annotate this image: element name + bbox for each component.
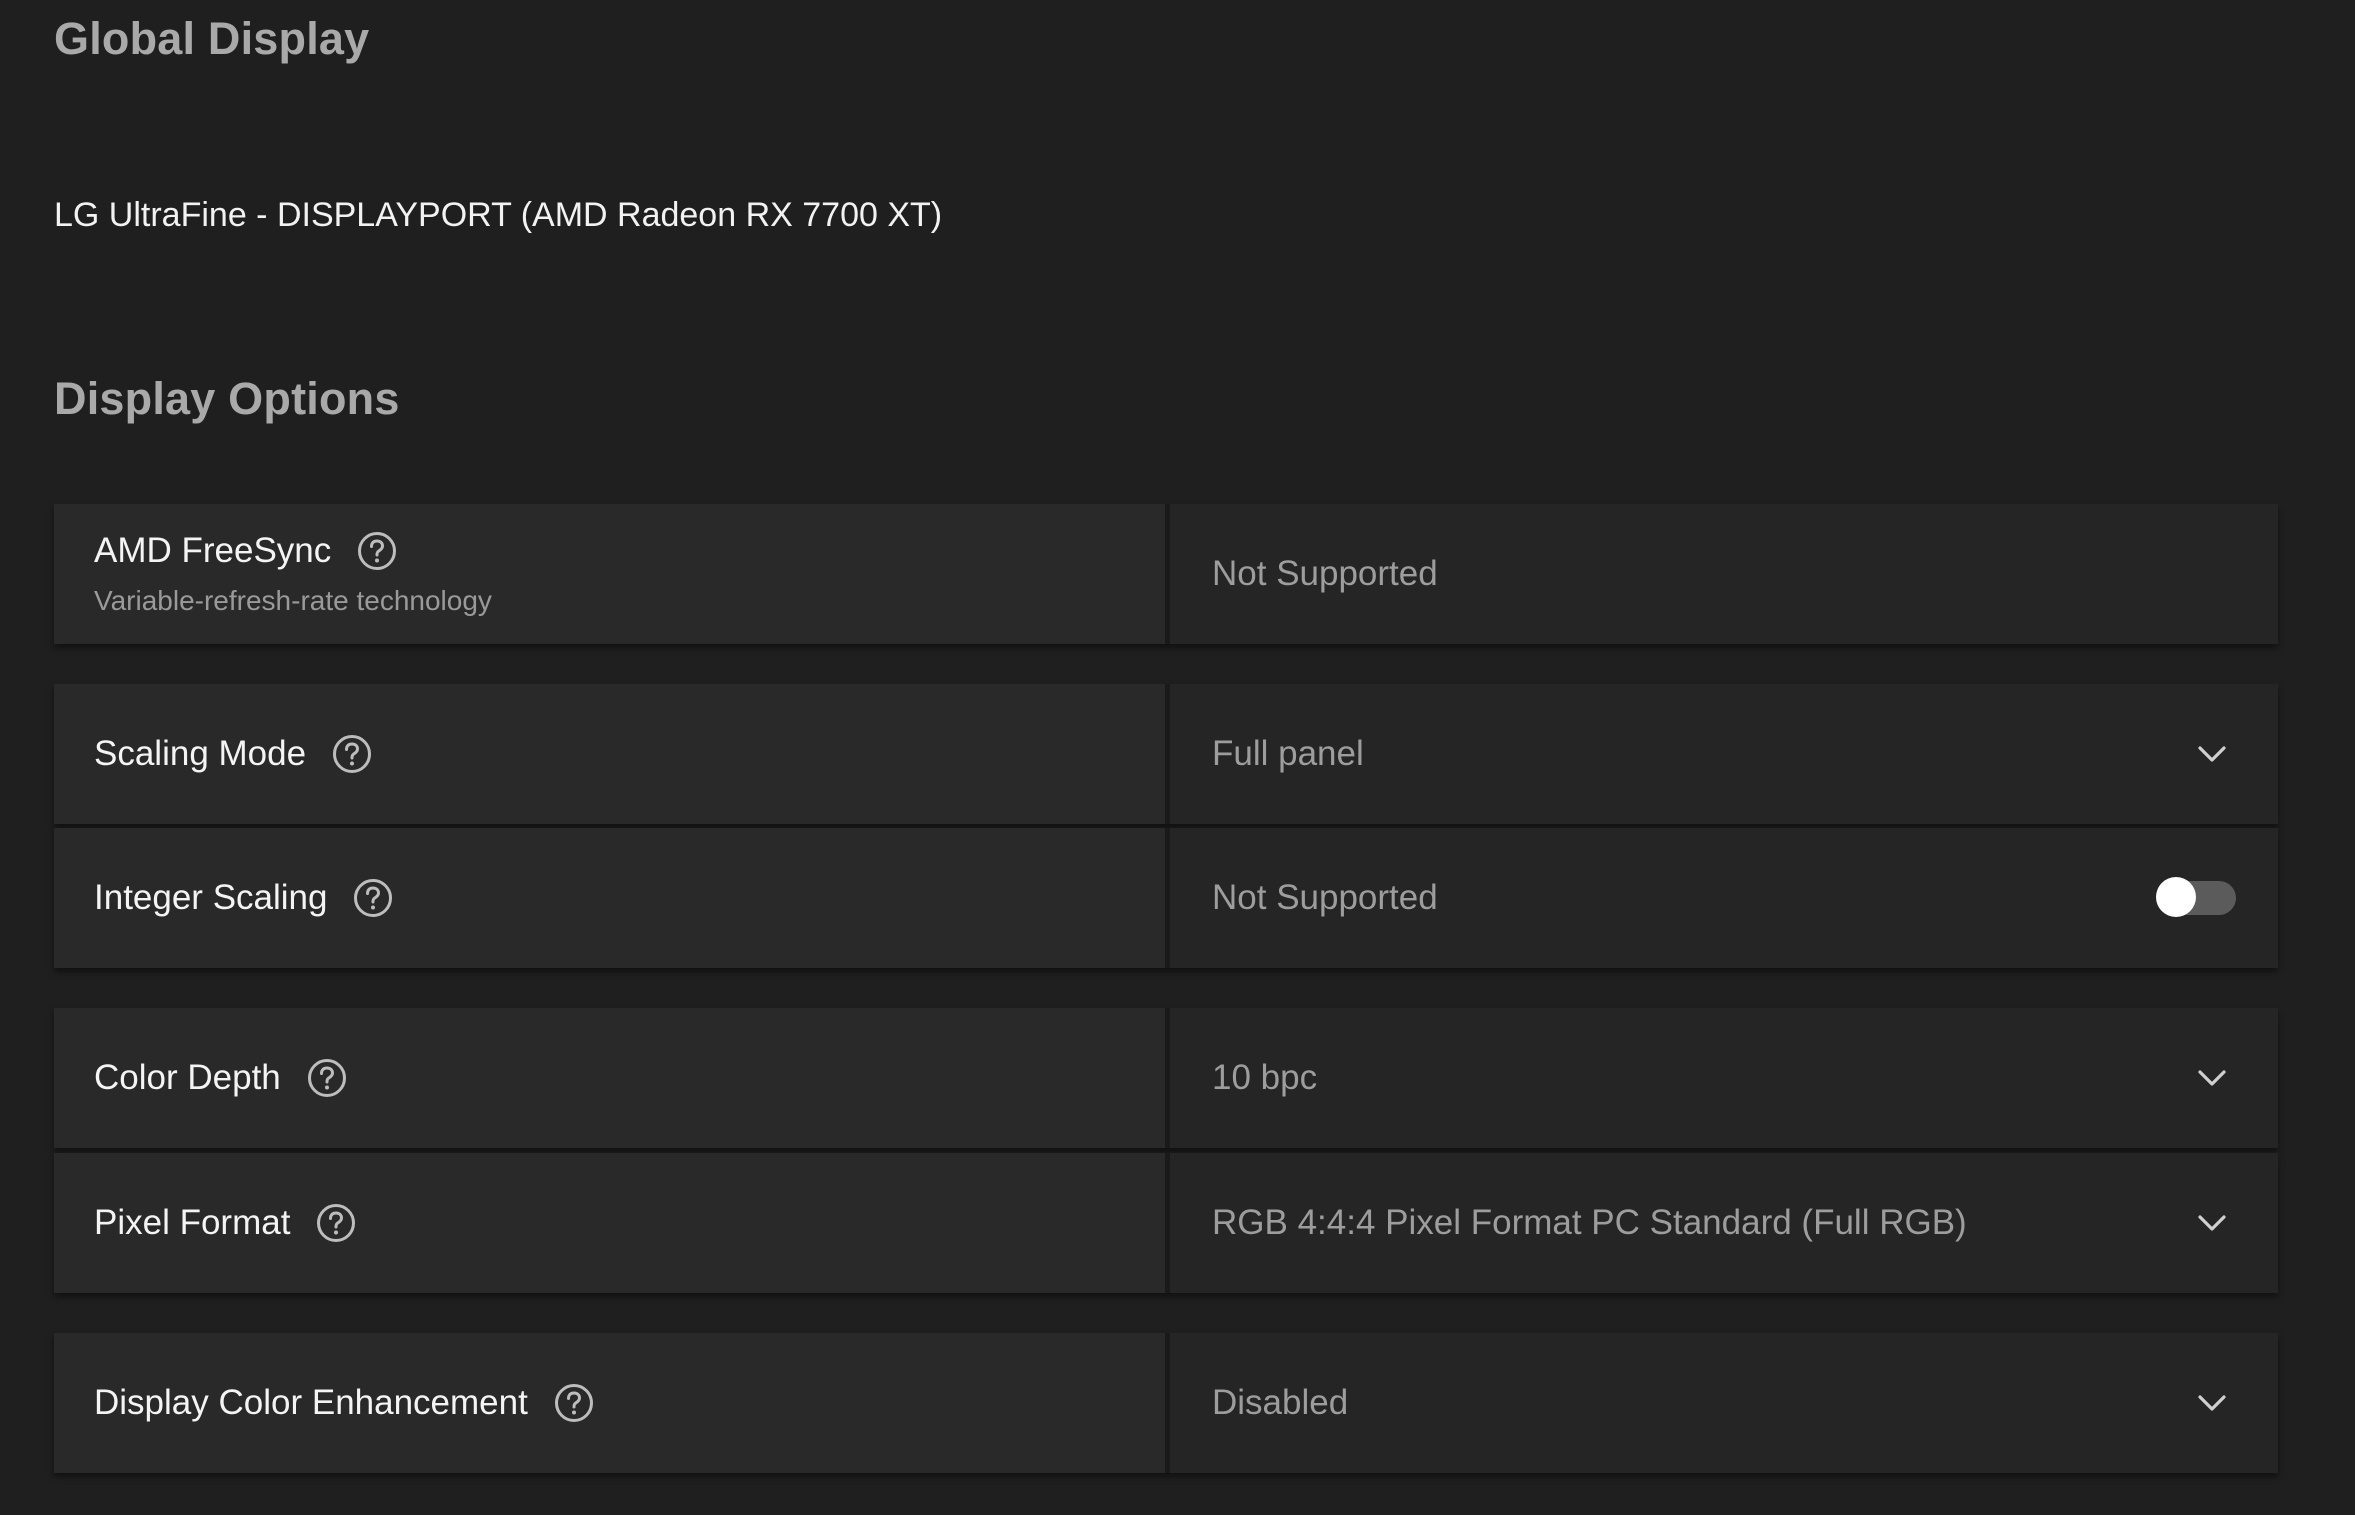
help-circle-icon[interactable] bbox=[316, 1203, 356, 1243]
setting-label-cell: Color Depth bbox=[54, 1008, 1165, 1148]
setting-label-cell: AMD FreeSync Variable-refresh-rate techn… bbox=[54, 504, 1165, 644]
freesync-value-cell: Not Supported bbox=[1170, 504, 2278, 644]
color-enhancement-value: Disabled bbox=[1212, 1383, 1349, 1422]
setting-row-color-enhancement: Display Color Enhancement Disabled bbox=[54, 1333, 2278, 1473]
integer-scaling-value-cell: Not Supported bbox=[1170, 828, 2278, 968]
chevron-down-icon[interactable] bbox=[2192, 1383, 2232, 1423]
help-circle-icon[interactable] bbox=[353, 878, 393, 918]
pixel-format-value: RGB 4:4:4 Pixel Format PC Standard (Full… bbox=[1212, 1203, 1967, 1242]
help-circle-icon[interactable] bbox=[332, 734, 372, 774]
color-depth-value: 10 bpc bbox=[1212, 1058, 1318, 1097]
integer-scaling-label: Integer Scaling bbox=[94, 878, 328, 917]
setting-label-cell: Scaling Mode bbox=[54, 684, 1165, 824]
display-options-title: Display Options bbox=[54, 373, 400, 424]
color-depth-label: Color Depth bbox=[94, 1058, 281, 1097]
global-display-title: Global Display bbox=[54, 13, 370, 64]
setting-label-cell: Integer Scaling bbox=[54, 828, 1165, 968]
scaling-mode-label: Scaling Mode bbox=[94, 734, 307, 773]
freesync-sublabel: Variable-refresh-rate technology bbox=[94, 585, 492, 616]
toggle-knob bbox=[2156, 877, 2196, 917]
integer-scaling-value: Not Supported bbox=[1212, 878, 1438, 917]
integer-scaling-toggle[interactable] bbox=[2156, 877, 2236, 917]
chevron-down-icon[interactable] bbox=[2192, 734, 2232, 774]
color-depth-dropdown[interactable]: 10 bpc bbox=[1170, 1008, 2278, 1148]
scaling-mode-value: Full panel bbox=[1212, 734, 1364, 773]
setting-label-cell: Display Color Enhancement bbox=[54, 1333, 1165, 1473]
help-circle-icon[interactable] bbox=[307, 1058, 347, 1098]
chevron-down-icon[interactable] bbox=[2192, 1058, 2232, 1098]
help-circle-icon[interactable] bbox=[554, 1383, 594, 1423]
color-enhancement-label: Display Color Enhancement bbox=[94, 1383, 528, 1422]
pixel-format-dropdown[interactable]: RGB 4:4:4 Pixel Format PC Standard (Full… bbox=[1170, 1153, 2278, 1293]
chevron-down-icon[interactable] bbox=[2192, 1203, 2232, 1243]
setting-row-integer-scaling: Integer Scaling Not Supported bbox=[54, 828, 2278, 968]
freesync-label: AMD FreeSync bbox=[94, 531, 332, 570]
scaling-mode-dropdown[interactable]: Full panel bbox=[1170, 684, 2278, 824]
setting-label-cell: Pixel Format bbox=[54, 1153, 1165, 1293]
device-name: LG UltraFine - DISPLAYPORT (AMD Radeon R… bbox=[54, 196, 943, 234]
color-enhancement-dropdown[interactable]: Disabled bbox=[1170, 1333, 2278, 1473]
setting-row-scaling-mode: Scaling Mode Full panel bbox=[54, 684, 2278, 824]
setting-row-color-depth: Color Depth 10 bpc bbox=[54, 1008, 2278, 1148]
setting-row-pixel-format: Pixel Format RGB 4:4:4 Pixel Format PC S… bbox=[54, 1153, 2278, 1293]
freesync-value: Not Supported bbox=[1212, 554, 1438, 593]
pixel-format-label: Pixel Format bbox=[94, 1203, 291, 1242]
help-circle-icon[interactable] bbox=[357, 531, 397, 571]
setting-row-freesync: AMD FreeSync Variable-refresh-rate techn… bbox=[54, 504, 2278, 644]
